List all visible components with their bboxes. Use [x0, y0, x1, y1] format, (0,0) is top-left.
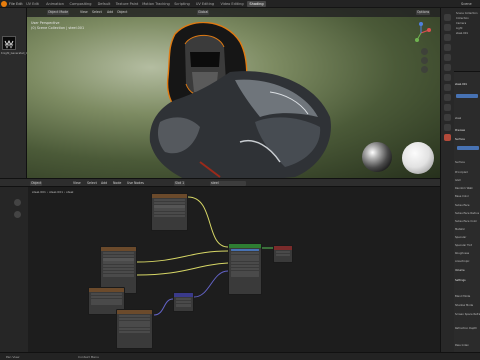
tab-compositing[interactable]: Compositing	[67, 1, 94, 7]
physics-icon[interactable]	[444, 104, 451, 111]
prop-row[interactable]: Specular Tint	[455, 243, 480, 248]
knight-model[interactable]	[130, 22, 360, 182]
node-wires	[136, 196, 274, 316]
image-texture-node[interactable]	[151, 193, 188, 231]
prop-row[interactable]: Subsurface Radius	[455, 211, 480, 216]
outliner-row[interactable]: Camera	[456, 22, 480, 26]
object-icon[interactable]	[444, 74, 451, 81]
shader-type-select[interactable]: Object	[30, 181, 43, 186]
tab-default[interactable]: Default	[95, 1, 113, 7]
menu-add[interactable]: Add	[106, 10, 114, 15]
status-pan-view: Pan View	[6, 355, 20, 359]
pan-hand-icon[interactable]	[421, 57, 428, 64]
menu-select[interactable]: Select	[91, 10, 103, 15]
mode-selector[interactable]: Object Mode	[47, 10, 70, 15]
use-nodes-checkbox[interactable]: Use Nodes	[126, 181, 145, 186]
image-name-label: Knight_Generated_Chainmail_Helmet_04	[1, 52, 27, 55]
prop-row[interactable]: Subsurface	[455, 203, 480, 208]
material-output-node[interactable]	[273, 245, 293, 263]
options-button[interactable]: Options	[416, 10, 431, 15]
tool-settings-icon[interactable]	[444, 14, 451, 21]
tab-scripting[interactable]: Scripting	[172, 1, 192, 7]
tab-animation[interactable]: Animation	[44, 1, 66, 7]
normal-map-node[interactable]	[173, 292, 194, 312]
prop-row[interactable]: Subsurface Color	[455, 219, 480, 224]
material-slot-active[interactable]	[456, 94, 478, 98]
prop-row[interactable]: Pass Index	[455, 343, 480, 348]
menu-select[interactable]: Select	[86, 181, 98, 186]
prop-section-volume[interactable]: Volume	[455, 268, 480, 273]
prop-row[interactable]: Refraction Depth	[455, 326, 480, 331]
world-icon[interactable]	[444, 64, 451, 71]
prop-row[interactable]: Blend Mode	[455, 294, 480, 299]
menu-node[interactable]: Node	[112, 181, 122, 186]
material-select[interactable]: steel	[210, 181, 246, 186]
prop-row[interactable]: Metallic	[455, 227, 480, 232]
blender-logo-icon[interactable]	[1, 1, 7, 7]
modifier-icon[interactable]	[444, 84, 451, 91]
tab-shading[interactable]: Shading	[247, 1, 266, 7]
menu-view[interactable]: View	[79, 10, 89, 15]
view-layer-icon[interactable]	[444, 44, 451, 51]
status-bar: Pan View Context Menu	[0, 352, 480, 360]
properties-tab-strip	[440, 8, 454, 356]
prop-section-settings[interactable]: Settings	[455, 278, 480, 283]
collection-info-label: (0) Scene Collection | steel.001	[31, 26, 85, 30]
scene-icon[interactable]	[444, 54, 451, 61]
tab-uv-edit[interactable]: UV Edit	[22, 1, 43, 7]
prop-section-surface[interactable]: Surface	[455, 137, 480, 142]
prop-row[interactable]: Principled	[455, 170, 480, 175]
prop-row[interactable]: Base Color	[455, 194, 480, 199]
prop-row[interactable]: Specular	[455, 235, 480, 240]
particles-icon[interactable]	[444, 94, 451, 101]
texture-preview-icon	[3, 37, 15, 49]
tab-video-editing[interactable]: Video Editing	[218, 1, 246, 7]
prop-row: Surface	[455, 161, 465, 164]
use-nodes-button[interactable]	[457, 146, 479, 150]
image-browser-panel	[0, 8, 27, 178]
active-material-field[interactable]: steel	[455, 116, 480, 121]
matcap-chrome-sphere	[362, 142, 392, 172]
transform-orientation-select[interactable]: Global	[197, 10, 210, 15]
tab-motion-tracking[interactable]: Motion Tracking	[141, 1, 171, 7]
slot-select[interactable]: Slot 1	[174, 181, 186, 186]
outliner-row[interactable]: Scene Collection	[456, 12, 480, 16]
image-texture-node[interactable]	[116, 309, 153, 349]
top-menu-bar: File Edit UV Edit Animation Compositing …	[0, 0, 480, 8]
output-icon[interactable]	[444, 34, 451, 41]
prop-row[interactable]: GGX	[455, 178, 480, 183]
menu-view[interactable]: View	[72, 181, 82, 186]
status-context-menu: Context Menu	[78, 355, 99, 359]
menu-object[interactable]: Object	[116, 10, 128, 15]
menu-add[interactable]: Add	[100, 181, 108, 186]
material-icon[interactable]	[444, 134, 451, 141]
outliner-row[interactable]: Light	[456, 27, 480, 31]
image-thumbnail[interactable]	[2, 36, 16, 50]
outliner-row[interactable]: Collection	[456, 17, 480, 21]
outliner-row[interactable]: steel.001	[456, 32, 480, 36]
scene-selector[interactable]: Scene	[460, 1, 473, 7]
principled-bsdf-node[interactable]	[228, 243, 262, 295]
view-name-label: User Perspective	[31, 21, 60, 25]
tab-texture-paint[interactable]: Texture Paint	[114, 1, 140, 7]
navigation-gizmo-icon[interactable]	[410, 22, 432, 44]
prop-row[interactable]: Shadow Mode	[455, 303, 480, 308]
prop-row[interactable]: Random Walk	[455, 186, 480, 191]
material-name[interactable]: steel.001	[455, 82, 480, 87]
constraint-icon[interactable]	[444, 114, 451, 121]
data-icon[interactable]	[444, 124, 451, 131]
zoom-icon[interactable]	[421, 48, 428, 55]
prop-section-preview[interactable]: Preview	[455, 128, 480, 133]
prop-row[interactable]: Roughness	[455, 251, 480, 256]
matcap-diffuse-sphere	[402, 142, 434, 174]
viewport-header: Object Mode View Select Add Object Globa…	[27, 8, 440, 17]
prop-row[interactable]: Anisotropic	[455, 259, 480, 264]
tab-uv-editing[interactable]: UV Editing	[193, 1, 217, 7]
render-icon[interactable]	[444, 24, 451, 31]
camera-view-icon[interactable]	[421, 66, 428, 73]
prop-row[interactable]: Screen Space Refraction	[455, 312, 480, 317]
node-editor-header: Object View Select Add Node Use Nodes Sl…	[0, 178, 440, 187]
